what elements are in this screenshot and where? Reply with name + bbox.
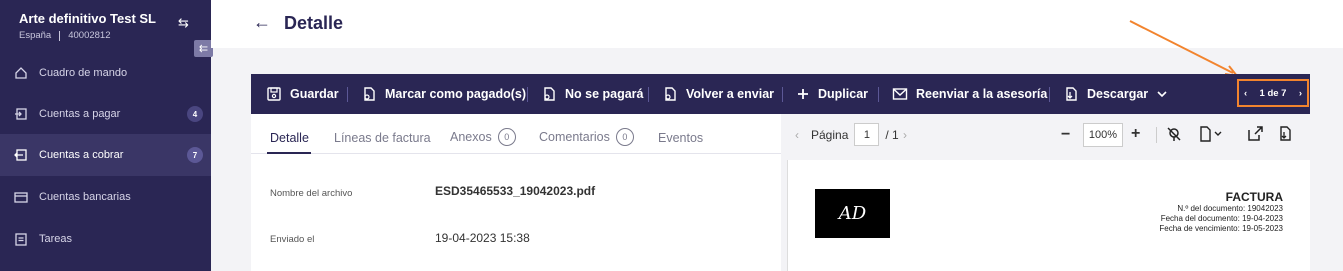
save-button[interactable]: Guardar <box>266 74 339 114</box>
sidebar-item-label: Tareas <box>39 233 73 245</box>
zoom-in-icon[interactable]: + <box>1131 125 1140 143</box>
tab-detail[interactable]: Detalle <box>270 131 309 145</box>
record-pager: ‹ 1 de 7 › <box>1237 79 1309 107</box>
invoice-title: FACTURA <box>1225 190 1283 204</box>
company-country: España <box>19 30 52 41</box>
save-icon <box>267 87 281 101</box>
save-label: Guardar <box>290 87 339 101</box>
company-name: Arte definitivo Test SL <box>19 11 156 26</box>
download-icon <box>1066 87 1077 101</box>
doc-number: N.º del documento: 19042023 <box>1177 204 1283 213</box>
doc-date: Fecha del documento: 19-04-2023 <box>1160 214 1283 223</box>
sidebar-item-label: Cuadro de mando <box>39 67 128 79</box>
tab-attachments[interactable]: Anexos 0 <box>450 128 516 146</box>
divider <box>648 87 649 102</box>
download-label: Descargar <box>1087 87 1149 101</box>
sent-date-value: 19-04-2023 15:38 <box>435 231 530 245</box>
divider <box>1049 87 1050 102</box>
credit-card-icon <box>14 190 28 204</box>
payables-icon <box>14 107 28 121</box>
active-tab-indicator <box>267 152 311 154</box>
detail-panel: Detalle Líneas de factura Anexos 0 Comen… <box>251 114 781 271</box>
page-title: Detalle <box>284 13 344 33</box>
tab-events[interactable]: Eventos <box>658 131 703 145</box>
divider <box>59 30 61 41</box>
resend-button[interactable]: Volver a enviar <box>662 74 774 114</box>
sidebar-item-bank-accounts[interactable]: Cuentas bancarias <box>0 176 211 218</box>
sidebar-item-label: Cuentas a pagar <box>39 108 121 120</box>
page-label: Página <box>811 127 849 142</box>
annotation-arrow-icon <box>1129 20 1240 78</box>
sidebar-item-label: Cuentas a cobrar <box>39 149 124 161</box>
chevron-right-icon[interactable]: › <box>1299 88 1302 99</box>
viewer-toolbar: ‹ Página 1 / 1 › − 100% + <box>781 114 1310 156</box>
download-icon[interactable] <box>1277 125 1293 142</box>
due-date: Fecha de vencimiento: 19-05-2023 <box>1159 224 1283 233</box>
sidebar-item-tasks[interactable]: Tareas <box>0 218 211 260</box>
pdf-page: AD FACTURA N.º del documento: 19042023 F… <box>787 160 1310 271</box>
zoom-out-icon[interactable]: − <box>1061 126 1070 144</box>
home-icon <box>14 66 28 80</box>
next-page-icon[interactable]: › <box>903 128 907 142</box>
divider <box>347 87 348 102</box>
sidebar-item-payables[interactable]: Cuentas a pagar 4 <box>0 93 211 135</box>
zoom-level[interactable]: 100% <box>1083 123 1123 147</box>
tab-comments[interactable]: Comentarios 0 <box>539 128 634 146</box>
mark-paid-button[interactable]: Marcar como pagado(s) <box>361 74 526 114</box>
tab-bar: Detalle Líneas de factura Anexos 0 Comen… <box>251 114 781 154</box>
plus-icon <box>798 89 808 99</box>
sent-date-label: Enviado el <box>270 234 315 245</box>
sidebar-item-dashboard[interactable]: Cuadro de mando <box>0 52 211 94</box>
forward-button[interactable]: Reenviar a la asesoría <box>892 74 1047 114</box>
forward-label: Reenviar a la asesoría <box>916 87 1048 101</box>
pdf-viewer: ‹ Página 1 / 1 › − 100% + AD FACTURA N.º… <box>781 114 1310 271</box>
open-external-icon[interactable] <box>1247 125 1264 142</box>
clipboard-icon <box>14 232 28 246</box>
tab-label: Anexos <box>450 130 492 144</box>
count-badge: 4 <box>187 106 203 122</box>
page-input[interactable]: 1 <box>854 123 880 146</box>
mark-paid-label: Marcar como pagado(s) <box>385 87 527 101</box>
tab-label: Comentarios <box>539 130 610 144</box>
page-options-icon[interactable] <box>1199 126 1223 142</box>
company-id: 40002812 <box>68 30 111 41</box>
duplicate-button[interactable]: Duplicar <box>796 74 868 114</box>
receivables-icon <box>14 148 28 162</box>
divider <box>878 87 879 102</box>
divider <box>1156 127 1157 143</box>
page-nav: Página 1 / 1 <box>811 123 899 146</box>
company-meta: España 40002812 <box>19 30 111 41</box>
count-badge: 0 <box>497 128 516 146</box>
pager-label: 1 de 7 <box>1259 87 1287 99</box>
pin-off-icon[interactable] <box>1166 126 1182 142</box>
chevron-left-icon[interactable]: ‹ <box>1244 88 1247 99</box>
mail-icon <box>892 88 908 100</box>
document-cycle-icon <box>364 87 375 101</box>
document-cancel-icon <box>544 87 555 101</box>
filename-label: Nombre del archivo <box>270 188 353 199</box>
chevron-down-icon <box>1157 91 1167 98</box>
resend-label: Volver a enviar <box>686 87 775 101</box>
count-badge: 0 <box>615 128 634 146</box>
no-pay-label: No se pagará <box>565 87 644 101</box>
divider <box>527 87 528 102</box>
page-total: / 1 <box>885 127 899 142</box>
download-button[interactable]: Descargar <box>1063 74 1168 114</box>
sidebar: Arte definitivo Test SL España 40002812 … <box>0 0 213 271</box>
sidebar-item-label: Cuentas bancarias <box>39 191 131 203</box>
company-logo: AD <box>815 189 890 238</box>
document-resend-icon <box>665 87 676 101</box>
duplicate-label: Duplicar <box>818 87 869 101</box>
sidebar-item-receivables[interactable]: Cuentas a cobrar 7 <box>0 134 211 176</box>
filename-value[interactable]: ESD35465533_19042023.pdf <box>435 184 595 198</box>
count-badge: 7 <box>187 147 203 163</box>
tab-invoice-lines[interactable]: Líneas de factura <box>334 131 431 145</box>
back-arrow-icon[interactable]: ← <box>253 12 271 33</box>
divider <box>782 87 783 102</box>
prev-page-icon[interactable]: ‹ <box>795 128 799 142</box>
zoom-control[interactable]: 100% <box>1083 123 1123 147</box>
no-pay-button[interactable]: No se pagará <box>541 74 644 114</box>
switch-company-icon[interactable]: ⇆ <box>178 15 189 31</box>
